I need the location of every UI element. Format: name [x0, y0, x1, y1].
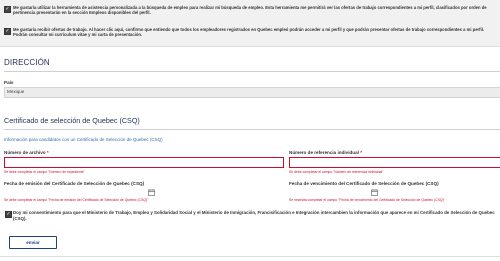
pais-select-value: Mexique — [7, 89, 25, 94]
numero-archivo-error: Se debe completar el campo "Número de ex… — [4, 170, 85, 174]
numero-referencia-label-text: Número de referencia individual — [289, 150, 359, 155]
numero-archivo-label: Número de archivo * — [4, 150, 49, 155]
consent-text-csq: Doy mi consentimiento para que el Minist… — [13, 210, 495, 221]
numero-archivo-input[interactable] — [4, 157, 284, 168]
submit-button[interactable]: enviar — [9, 236, 57, 249]
pais-select[interactable]: Mexique — [4, 87, 500, 98]
required-mark: * — [46, 150, 49, 155]
pais-label: País — [4, 80, 14, 85]
fecha-emision-hint: Se debe completar el campo "Fecha de emi… — [4, 198, 149, 202]
consent-panel: ✓ Me gustaría utilizar la herramienta de… — [0, 0, 500, 47]
divider — [4, 71, 500, 72]
consent-text-job-offers: Me gustaría recibir ofertas de trabajo. … — [13, 27, 485, 38]
fecha-vencimiento-hint: Se necesita completar el campo "Fecha de… — [289, 198, 445, 202]
fecha-emision-label: Fecha de emisión del Certificado de Sele… — [4, 181, 145, 186]
section-title-direccion: DIRECCIÓN — [4, 58, 50, 67]
divider — [4, 129, 500, 130]
consent-text-job-search-tool: Me gustaría utilizar la herramienta de a… — [13, 5, 487, 16]
numero-referencia-label: Número de referencia individual * — [289, 150, 362, 155]
required-mark: * — [360, 150, 363, 155]
section-title-csq: Certificado de selección de Quebec (CSQ) — [4, 116, 140, 125]
calendar-icon[interactable] — [148, 189, 155, 196]
consent-row-job-search-tool[interactable]: ✓ Me gustaría utilizar la herramienta de… — [4, 5, 496, 19]
numero-archivo-label-text: Número de archivo — [4, 150, 46, 155]
checkbox-job-search-tool[interactable]: ✓ — [4, 6, 11, 13]
checkbox-job-offers[interactable]: ✓ — [4, 28, 11, 35]
fecha-vencimiento-label: Fecha de vencimiento del Certificado de … — [289, 181, 439, 186]
numero-referencia-error: Se debe completar el campo "Número de re… — [289, 170, 384, 174]
consent-row-job-offers[interactable]: ✓ Me gustaría recibir ofertas de trabajo… — [4, 27, 496, 41]
csq-info-link[interactable]: Información para candidatos con un Certi… — [4, 137, 163, 142]
divider — [0, 256, 500, 257]
calendar-icon[interactable] — [371, 189, 378, 196]
numero-referencia-input[interactable] — [289, 157, 500, 168]
checkbox-csq-consent[interactable]: ✓ — [5, 211, 12, 218]
